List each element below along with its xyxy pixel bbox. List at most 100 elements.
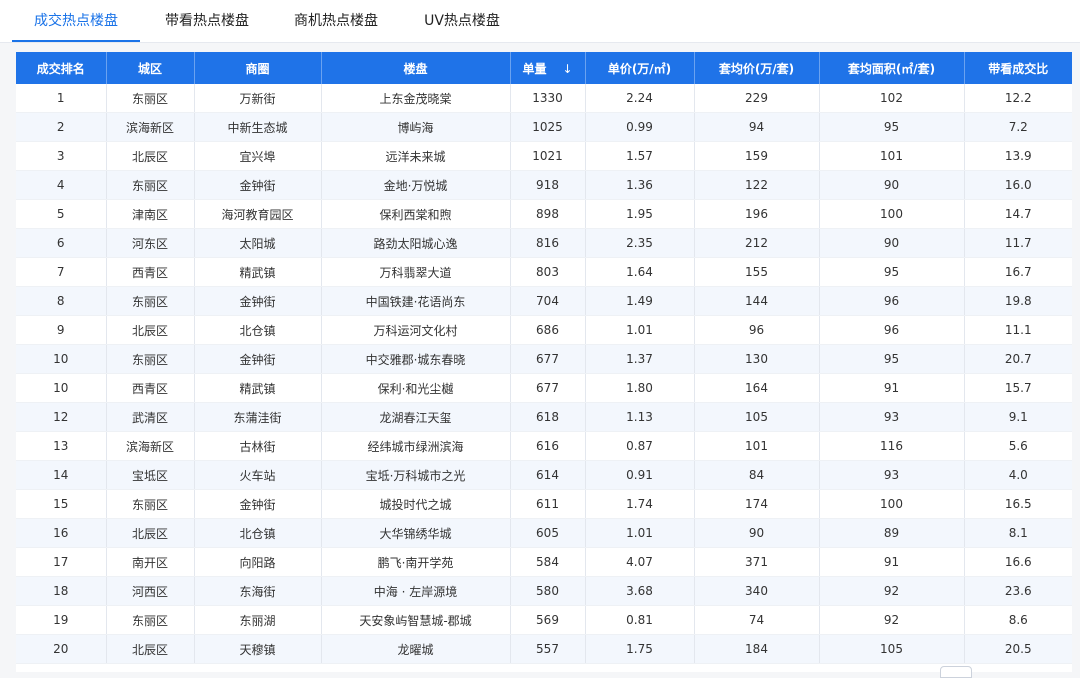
cell-units: 816 [510, 228, 586, 258]
cell-district: 西青区 [106, 257, 195, 287]
cell-units: 918 [510, 170, 586, 200]
table-row[interactable]: 13 滨海新区 古林街 经纬城市绿洲滨海 616 0.87 101 116 5.6 [16, 431, 1072, 461]
table-row[interactable]: 6 河东区 太阳城 路劲太阳城心逸 816 2.35 212 90 11.7 [16, 228, 1072, 258]
tab-deal-hot-estates[interactable]: 成交热点楼盘 [12, 1, 140, 42]
cell-rank: 1 [16, 84, 107, 113]
table-body: 1 东丽区 万新街 上东金茂晓棠 1330 2.24 229 102 12.2 2 滨海新区 中新生态… [16, 84, 1072, 664]
cell-district: 津南区 [106, 199, 195, 229]
cell-area: 天穆镇 [194, 634, 322, 664]
cell-rank: 5 [16, 199, 107, 229]
cell-avg-size: 101 [819, 141, 965, 171]
table-row[interactable]: 19 东丽区 东丽湖 天安象屿智慧城-郡城 569 0.81 74 92 8.6 [16, 605, 1072, 635]
cell-district: 宝坻区 [106, 460, 195, 490]
cell-avg-price: 105 [694, 402, 820, 432]
cell-estate: 万科运河文化村 [321, 315, 511, 345]
header-avg-price[interactable]: 套均价(万/套) [694, 52, 820, 84]
table-row[interactable]: 9 北辰区 北仓镇 万科运河文化村 686 1.01 96 96 11.1 [16, 315, 1072, 345]
cell-viewing-deal-ratio: 9.1 [964, 402, 1072, 432]
table-row[interactable]: 10 东丽区 金钟街 中交雅郡·城东春晓 677 1.37 130 95 20.7 [16, 344, 1072, 374]
table-row[interactable]: 20 北辰区 天穆镇 龙曜城 557 1.75 184 105 20.5 [16, 634, 1072, 664]
cell-rank: 3 [16, 141, 107, 171]
cell-avg-size: 91 [819, 373, 965, 403]
cell-avg-price: 174 [694, 489, 820, 519]
cell-rank: 19 [16, 605, 107, 635]
cell-district: 北辰区 [106, 518, 195, 548]
cell-viewing-deal-ratio: 5.6 [964, 431, 1072, 461]
cell-avg-size: 93 [819, 460, 965, 490]
table-row[interactable]: 8 东丽区 金钟街 中国铁建·花语尚东 704 1.49 144 96 19.8 [16, 286, 1072, 316]
cell-avg-price: 74 [694, 605, 820, 635]
cell-rank: 17 [16, 547, 107, 577]
cell-avg-price: 229 [694, 84, 820, 113]
table-row[interactable]: 1 东丽区 万新街 上东金茂晓棠 1330 2.24 229 102 12.2 [16, 84, 1072, 113]
header-district[interactable]: 城区 [106, 52, 195, 84]
cell-district: 北辰区 [106, 315, 195, 345]
cell-unit-price: 1.49 [585, 286, 695, 316]
cell-units: 569 [510, 605, 586, 635]
table-row[interactable]: 16 北辰区 北仓镇 大华锦绣华城 605 1.01 90 89 8.1 [16, 518, 1072, 548]
cell-avg-size: 116 [819, 431, 965, 461]
tab-uv-hot-estates[interactable]: UV热点楼盘 [398, 1, 526, 42]
cell-avg-size: 102 [819, 84, 965, 113]
cell-avg-size: 95 [819, 112, 965, 142]
cell-viewing-deal-ratio: 20.7 [964, 344, 1072, 374]
cell-district: 东丽区 [106, 344, 195, 374]
tab-lead-hot-estates[interactable]: 商机热点楼盘 [274, 1, 398, 42]
cell-unit-price: 1.57 [585, 141, 695, 171]
cell-units: 898 [510, 199, 586, 229]
cell-avg-price: 371 [694, 547, 820, 577]
cell-area: 精武镇 [194, 373, 322, 403]
table-row[interactable]: 4 东丽区 金钟街 金地·万悦城 918 1.36 122 90 16.0 [16, 170, 1072, 200]
cell-area: 金钟街 [194, 344, 322, 374]
cell-unit-price: 1.01 [585, 518, 695, 548]
table-row[interactable]: 18 河西区 东海街 中海 · 左岸源境 580 3.68 340 92 23.6 [16, 576, 1072, 606]
cell-area: 北仓镇 [194, 315, 322, 345]
table-row[interactable]: 2 滨海新区 中新生态城 博屿海 1025 0.99 94 95 7.2 [16, 112, 1072, 142]
cell-unit-price: 0.99 [585, 112, 695, 142]
cell-avg-size: 96 [819, 286, 965, 316]
pagination-button[interactable] [940, 666, 972, 678]
tab-viewing-hot-estates[interactable]: 带看热点楼盘 [140, 1, 274, 42]
table-row[interactable]: 12 武清区 东蒲洼街 龙湖春江天玺 618 1.13 105 93 9.1 [16, 402, 1072, 432]
header-unit-price[interactable]: 单价(万/㎡) [585, 52, 695, 84]
cell-unit-price: 4.07 [585, 547, 695, 577]
cell-estate: 宝坻·万科城市之光 [321, 460, 511, 490]
table-row[interactable]: 5 津南区 海河教育园区 保利西棠和煦 898 1.95 196 100 14.7 [16, 199, 1072, 229]
header-units[interactable]: 单量 ↓ [510, 52, 586, 84]
cell-avg-price: 130 [694, 344, 820, 374]
cell-district: 河东区 [106, 228, 195, 258]
cell-rank: 6 [16, 228, 107, 258]
cell-unit-price: 2.24 [585, 84, 695, 113]
header-avg-size[interactable]: 套均面积(㎡/套) [819, 52, 965, 84]
cell-units: 686 [510, 315, 586, 345]
cell-unit-price: 3.68 [585, 576, 695, 606]
table-row[interactable]: 14 宝坻区 火车站 宝坻·万科城市之光 614 0.91 84 93 4.0 [16, 460, 1072, 490]
header-rank[interactable]: 成交排名 [16, 52, 107, 84]
cell-district: 武清区 [106, 402, 195, 432]
cell-area: 精武镇 [194, 257, 322, 287]
header-area[interactable]: 商圈 [194, 52, 322, 84]
cell-avg-size: 89 [819, 518, 965, 548]
cell-unit-price: 1.95 [585, 199, 695, 229]
cell-district: 东丽区 [106, 286, 195, 316]
header-estate[interactable]: 楼盘 [321, 52, 511, 84]
header-units-label: 单量 [522, 61, 547, 76]
cell-estate: 路劲太阳城心逸 [321, 228, 511, 258]
cell-viewing-deal-ratio: 11.7 [964, 228, 1072, 258]
table-row[interactable]: 17 南开区 向阳路 鹏飞·南开学苑 584 4.07 371 91 16.6 [16, 547, 1072, 577]
cell-estate: 远洋未来城 [321, 141, 511, 171]
arrow-down-icon[interactable]: ↓ [562, 62, 572, 76]
table-row[interactable]: 10 西青区 精武镇 保利·和光尘樾 677 1.80 164 91 15.7 [16, 373, 1072, 403]
cell-district: 西青区 [106, 373, 195, 403]
table-row[interactable]: 3 北辰区 宜兴埠 远洋未来城 1021 1.57 159 101 13.9 [16, 141, 1072, 171]
cell-district: 滨海新区 [106, 112, 195, 142]
cell-viewing-deal-ratio: 7.2 [964, 112, 1072, 142]
cell-avg-price: 196 [694, 199, 820, 229]
cell-avg-price: 212 [694, 228, 820, 258]
cell-estate: 大华锦绣华城 [321, 518, 511, 548]
table-row[interactable]: 7 西青区 精武镇 万科翡翠大道 803 1.64 155 95 16.7 [16, 257, 1072, 287]
table-row[interactable]: 15 东丽区 金钟街 城投时代之城 611 1.74 174 100 16.5 [16, 489, 1072, 519]
cell-area: 万新街 [194, 84, 322, 113]
header-viewing-deal-ratio[interactable]: 带看成交比 [964, 52, 1072, 84]
cell-avg-size: 92 [819, 576, 965, 606]
